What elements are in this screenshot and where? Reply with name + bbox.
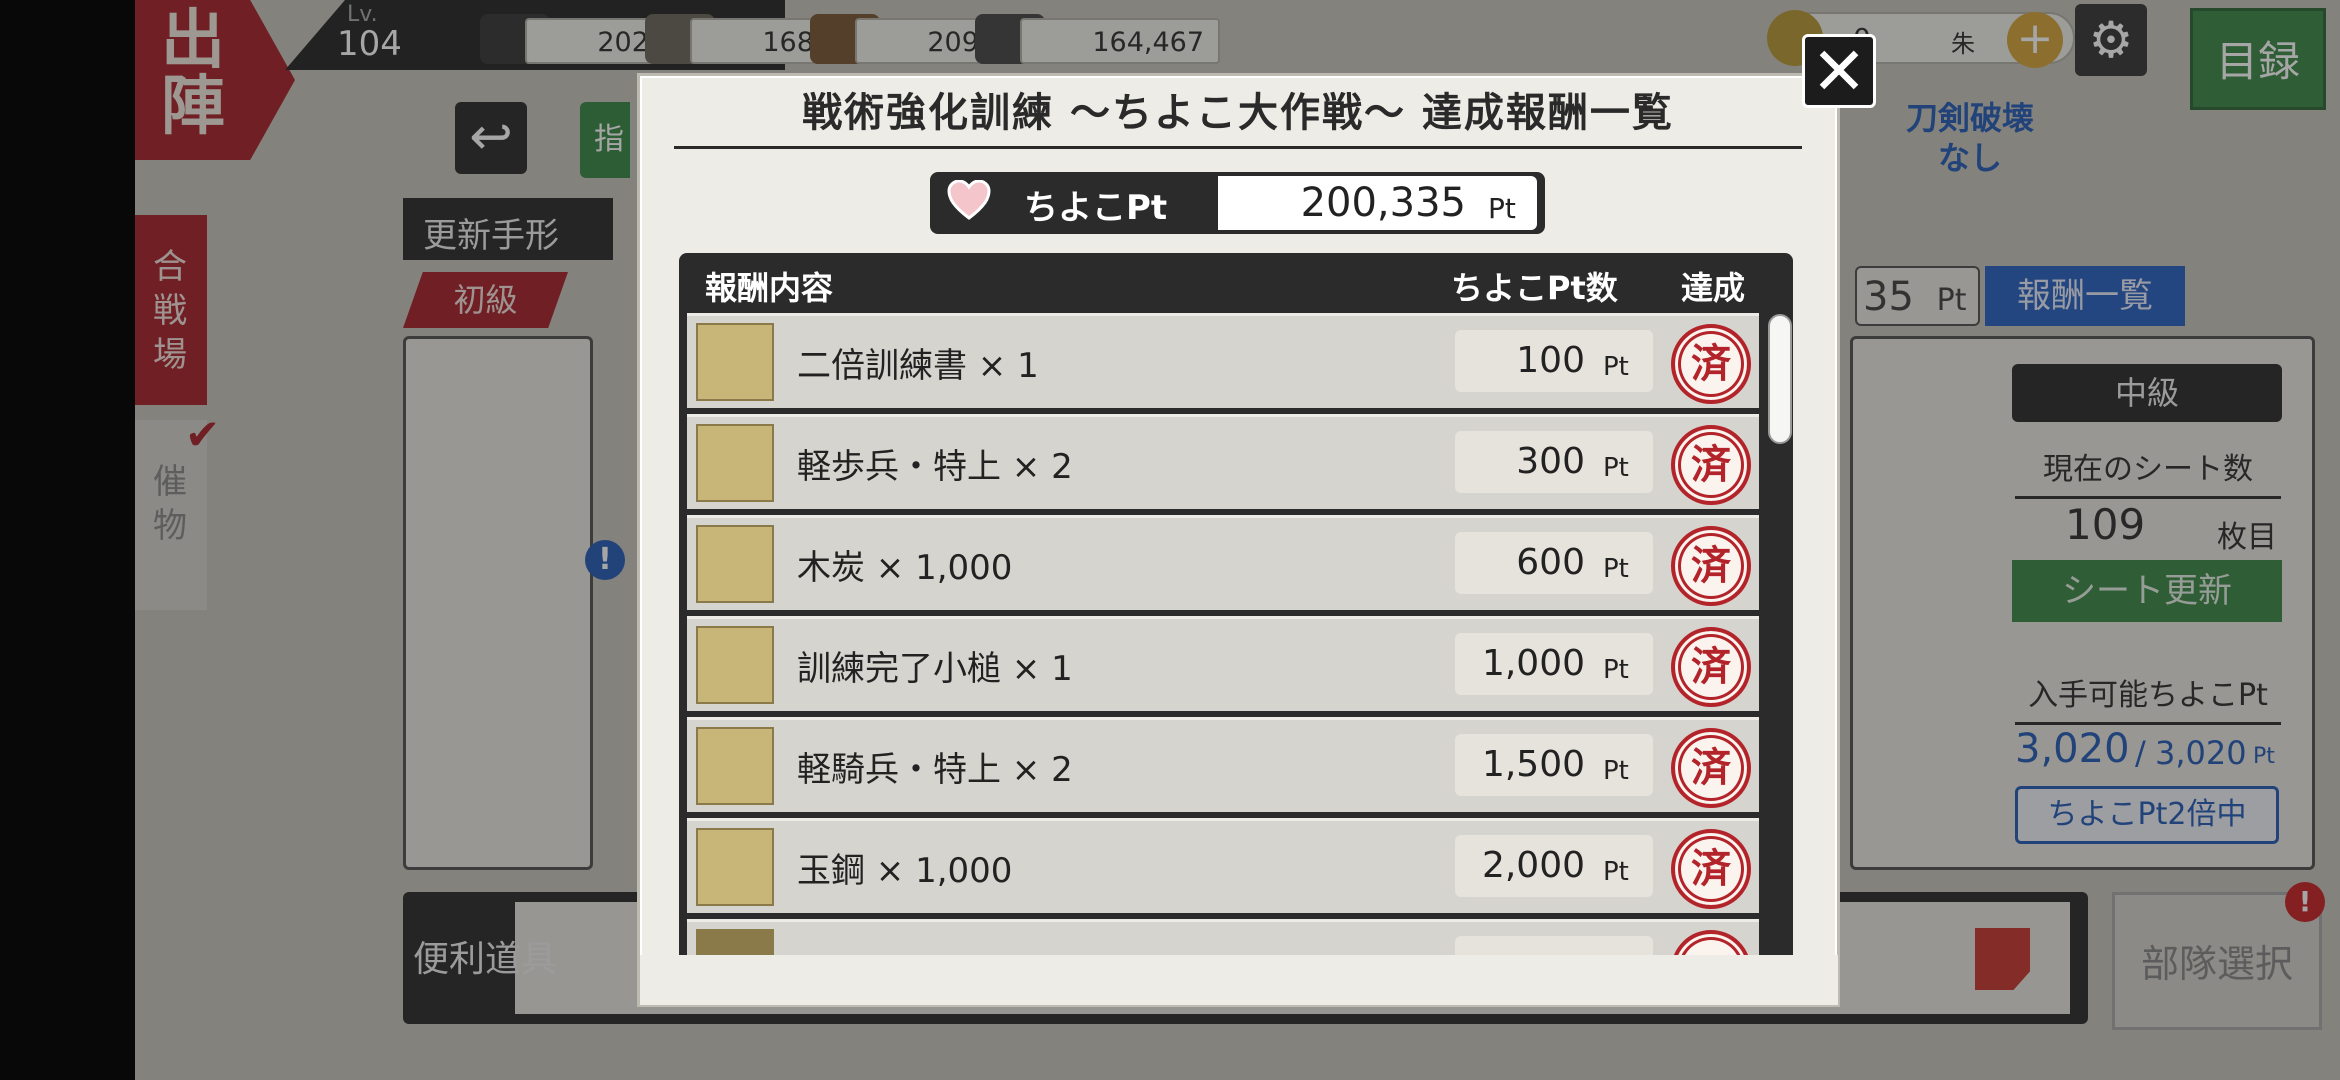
no-sword-break-label: 刀剣破壊 なし xyxy=(1905,99,2034,177)
reward-name: 木炭 × 1,000 xyxy=(797,548,1013,588)
double-training-scroll-icon xyxy=(696,323,774,401)
pt-value: 200,335 xyxy=(1300,180,1466,226)
light-cavalry-icon xyxy=(696,727,774,805)
achieved-stamp-icon: 済 xyxy=(1671,324,1751,404)
beginner-tab[interactable]: 初級 xyxy=(403,272,568,328)
reward-list-button[interactable]: 報酬一覧 xyxy=(1985,266,2185,326)
bg-pt-box: 35 Pt xyxy=(1855,266,1980,326)
settings-gear-icon[interactable]: ⚙ xyxy=(2075,4,2147,76)
reward-name: 訓練完了小槌 × 1 xyxy=(797,649,1073,689)
achieved-stamp-icon: 済 xyxy=(1671,728,1751,808)
sheet-update-button[interactable]: シート更新 xyxy=(2012,560,2282,622)
double-pt-label: ちよこPt2倍中 xyxy=(2015,786,2279,844)
resource-whetstone: 164,467 xyxy=(1020,18,1220,64)
intermediate-label: 中級 xyxy=(2012,364,2282,422)
achieved-stamp-icon xyxy=(1671,930,1751,955)
light-infantry-icon xyxy=(696,424,774,502)
available-pt-value: 3,020 xyxy=(2015,726,2130,772)
bg-pt-unit: Pt xyxy=(1936,283,1967,318)
reward-pt-unit: Pt xyxy=(1603,554,1629,584)
achieved-stamp-icon: 済 xyxy=(1671,627,1751,707)
tools-label: 便利道具 xyxy=(413,939,558,980)
reward-pt-box: 1,000 Pt xyxy=(1455,633,1653,695)
reward-item-icon xyxy=(696,929,774,955)
reward-pt-box: 100 Pt xyxy=(1455,330,1653,392)
reward-pt-box: 2,000 Pt xyxy=(1455,835,1653,897)
filter-tab[interactable]: 指 xyxy=(580,102,630,178)
training-mallet-icon xyxy=(696,626,774,704)
reward-pt-box: 1,500 Pt xyxy=(1455,734,1653,796)
reward-row: 軽騎兵・特上 × 2 1,500 Pt 済 xyxy=(687,717,1759,812)
bg-pt-value: 35 xyxy=(1863,274,1914,320)
sheet-count-label: 現在のシート数 xyxy=(2015,444,2281,499)
title-underline xyxy=(674,146,1802,149)
reward-pt-box: 300 Pt xyxy=(1455,431,1653,493)
current-pt-bar: ちよこPt 200,335 Pt xyxy=(930,172,1545,234)
tamahagane-icon xyxy=(696,828,774,906)
modal-title: 戦術強化訓練 〜ちよこ大作戦〜 達成報酬一覧 xyxy=(802,90,1674,136)
sidebar-battlefield[interactable]: 合 戦 場 xyxy=(135,215,207,405)
reward-row: 訓練完了小槌 × 1 1,000 Pt 済 xyxy=(687,616,1759,711)
sortie-banner: 出 陣 xyxy=(135,0,295,160)
reward-name: 軽騎兵・特上 × 2 xyxy=(797,750,1073,790)
achieved-stamp-icon: 済 xyxy=(1671,829,1751,909)
col-reward: 報酬内容 xyxy=(705,269,834,307)
pt-unit: Pt xyxy=(1488,192,1516,225)
close-button[interactable]: ✕ xyxy=(1802,34,1876,108)
reward-pt-box: 600 Pt xyxy=(1455,532,1653,594)
charcoal-icon xyxy=(696,525,774,603)
reward-list[interactable]: 二倍訓練書 × 1 100 Pt 済 軽歩兵・特上 × 2 300 Pt 済 木炭 … xyxy=(679,313,1793,955)
col-achieved: 達成 xyxy=(1681,269,1746,307)
reward-pt-box xyxy=(1455,936,1653,955)
left-board-panel xyxy=(403,336,593,870)
alert-badge: ! xyxy=(2285,882,2325,922)
reward-name: 軽歩兵・特上 × 2 xyxy=(797,447,1073,487)
reward-pt: 2,000 xyxy=(1481,845,1585,886)
reward-pt-unit: Pt xyxy=(1603,756,1629,786)
modal-footer xyxy=(640,955,1838,1005)
available-pt-unit: Pt xyxy=(2253,744,2275,769)
scrollbar-thumb[interactable] xyxy=(1768,314,1792,444)
reward-pt: 100 xyxy=(1516,340,1585,381)
reward-pt: 1,000 xyxy=(1481,643,1585,684)
sheet-count-value: 109 xyxy=(2065,500,2146,549)
reward-row: 軽歩兵・特上 × 2 300 Pt 済 xyxy=(687,414,1759,509)
available-pt-label: 入手可能ちよこPt xyxy=(2015,670,2281,725)
level-value: 104 xyxy=(337,24,402,64)
col-points: ちよこPt数 xyxy=(1451,269,1618,307)
achieved-stamp-icon: 済 xyxy=(1671,425,1751,505)
pt-value-box: 200,335 Pt xyxy=(1218,176,1537,230)
reward-pt-unit: Pt xyxy=(1603,857,1629,887)
reward-row xyxy=(687,919,1759,955)
reward-pt-unit: Pt xyxy=(1603,453,1629,483)
reward-name: 二倍訓練書 × 1 xyxy=(797,346,1039,386)
reward-name: 玉鋼 × 1,000 xyxy=(797,851,1013,891)
sheet-count-unit: 枚目 xyxy=(2217,520,2277,555)
reward-row: 二倍訓練書 × 1 100 Pt 済 xyxy=(687,313,1759,408)
heart-icon xyxy=(947,180,991,220)
catalog-button[interactable]: 目録 xyxy=(2190,8,2326,110)
achieved-stamp-icon: 済 xyxy=(1671,526,1751,606)
renewal-pass-label: 更新手形 xyxy=(403,198,613,260)
checkmark-icon: ✔ xyxy=(185,410,221,459)
back-button[interactable]: ↩ xyxy=(455,102,527,174)
add-coin-button[interactable]: + xyxy=(2007,12,2063,68)
reward-pt-unit: Pt xyxy=(1603,655,1629,685)
reward-pt: 300 xyxy=(1516,441,1585,482)
available-pt-separator: / xyxy=(2135,734,2146,772)
reward-row: 木炭 × 1,000 600 Pt 済 xyxy=(687,515,1759,610)
reward-pt: 600 xyxy=(1516,542,1585,583)
reward-pt: 1,500 xyxy=(1481,744,1585,785)
info-icon[interactable]: ! xyxy=(585,540,625,580)
pt-label: ちよこPt xyxy=(1024,188,1168,228)
available-pt-max: 3,020 xyxy=(2155,734,2247,772)
reward-pt-unit: Pt xyxy=(1603,352,1629,382)
reward-row: 玉鋼 × 1,000 2,000 Pt 済 xyxy=(687,818,1759,913)
coin-label: 朱 xyxy=(1951,30,1975,58)
reward-table-header: 報酬内容 ちよこPt数 達成 xyxy=(679,253,1793,313)
